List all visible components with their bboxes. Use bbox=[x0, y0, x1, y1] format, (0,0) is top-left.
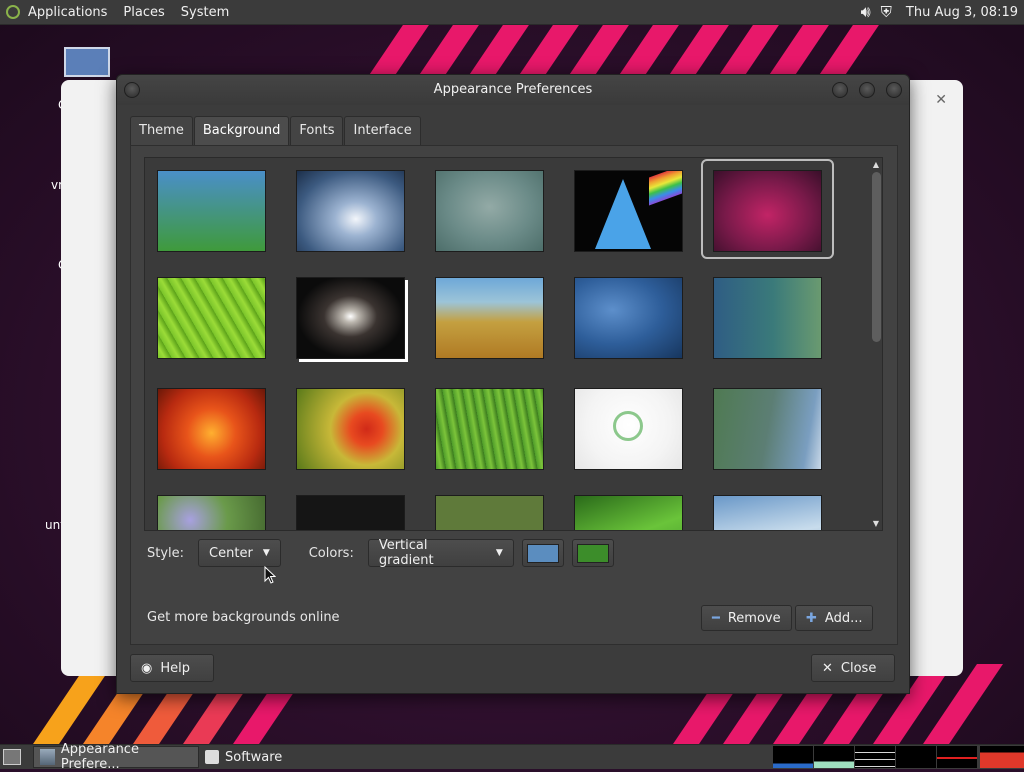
style-color-row: Style: Center ▼ Colors: Vertical gradien… bbox=[147, 538, 614, 568]
plus-icon: ✚ bbox=[806, 610, 817, 626]
places-menu[interactable]: Places bbox=[115, 5, 172, 20]
selected-wallpaper-frame bbox=[701, 159, 834, 259]
wallpaper-thumb[interactable] bbox=[157, 170, 266, 252]
disk-monitor[interactable] bbox=[980, 746, 1024, 768]
wallpaper-thumb[interactable] bbox=[157, 388, 266, 470]
scroll-down-icon[interactable]: ▼ bbox=[871, 519, 881, 528]
help-button-label: Help bbox=[160, 660, 190, 676]
window-menu-button[interactable] bbox=[124, 82, 140, 98]
appearance-preferences-dialog: Appearance Preferences Theme Background … bbox=[116, 74, 910, 694]
grid-scrollbar[interactable]: ▲ ▼ bbox=[871, 160, 881, 528]
colors-label: Colors: bbox=[308, 545, 354, 561]
close-button-label: Close bbox=[840, 660, 877, 676]
wallpaper-thumb[interactable] bbox=[713, 277, 822, 359]
wallpaper-thumb[interactable] bbox=[713, 495, 822, 530]
tab-bar: Theme Background Fonts Interface bbox=[130, 116, 422, 145]
applications-menu[interactable]: Applications bbox=[20, 5, 115, 20]
tab-interface[interactable]: Interface bbox=[344, 116, 421, 145]
wallpaper-thumb[interactable] bbox=[157, 277, 266, 359]
swap-monitor[interactable] bbox=[896, 746, 936, 768]
remove-button-label: Remove bbox=[727, 610, 781, 626]
wallpaper-thumb[interactable] bbox=[574, 170, 683, 252]
network-monitor[interactable] bbox=[855, 746, 895, 768]
close-icon: ✕ bbox=[822, 660, 833, 676]
remove-button[interactable]: ━ Remove bbox=[701, 605, 792, 631]
background-panel: ▲ ▼ Style: Center ▼ Colors: Vertical gra… bbox=[130, 145, 898, 645]
style-label: Style: bbox=[147, 545, 185, 561]
close-button[interactable] bbox=[886, 82, 902, 98]
colors-dropdown-value: Vertical gradient bbox=[378, 538, 434, 568]
system-tray: 🔊︎ ⛨ Thu Aug 3, 08:19 bbox=[855, 0, 1024, 24]
software-app-icon bbox=[205, 750, 219, 764]
scroll-up-icon[interactable]: ▲ bbox=[871, 160, 881, 169]
wallpaper-thumb[interactable] bbox=[574, 495, 683, 530]
close-dialog-button[interactable]: ✕ Close bbox=[811, 654, 895, 682]
top-panel: Applications Places System 🔊︎ ⛨ Thu Aug … bbox=[0, 0, 1024, 25]
tab-background[interactable]: Background bbox=[193, 116, 290, 145]
window-title: Appearance Preferences bbox=[433, 82, 593, 97]
help-button[interactable]: ◉ Help bbox=[130, 654, 214, 682]
wallpaper-thumb[interactable] bbox=[296, 170, 405, 252]
load-monitor[interactable] bbox=[937, 746, 977, 768]
wallpaper-thumb[interactable] bbox=[713, 388, 822, 470]
distro-logo-icon[interactable] bbox=[6, 5, 20, 19]
style-dropdown-value: Center bbox=[209, 545, 253, 561]
minus-icon: ━ bbox=[712, 610, 720, 626]
secondary-color-swatch bbox=[576, 543, 609, 563]
appearance-app-icon bbox=[40, 749, 55, 765]
volume-icon[interactable]: 🔊︎ bbox=[855, 2, 877, 22]
wallpaper-thumb[interactable] bbox=[574, 388, 683, 470]
secondary-color-button[interactable] bbox=[571, 539, 614, 567]
minimize-button[interactable] bbox=[832, 82, 848, 98]
shield-icon[interactable]: ⛨ bbox=[877, 3, 896, 21]
wallpaper-thumb[interactable] bbox=[435, 277, 544, 359]
wallpaper-grid[interactable]: ▲ ▼ bbox=[144, 157, 883, 531]
wallpaper-thumb[interactable] bbox=[435, 170, 544, 252]
show-desktop-icon[interactable] bbox=[3, 749, 21, 765]
mouse-pointer-icon bbox=[264, 566, 276, 584]
titlebar: Appearance Preferences bbox=[117, 75, 909, 105]
primary-color-swatch bbox=[526, 543, 559, 563]
chevron-down-icon: ▼ bbox=[262, 548, 270, 558]
add-button[interactable]: ✚ Add... bbox=[795, 605, 874, 631]
close-icon[interactable]: ✕ bbox=[935, 92, 947, 108]
wallpaper-thumb[interactable] bbox=[296, 495, 405, 530]
wallpaper-thumb[interactable] bbox=[435, 495, 544, 530]
system-menu[interactable]: System bbox=[173, 5, 237, 20]
primary-color-button[interactable] bbox=[521, 539, 564, 567]
wallpaper-thumb[interactable] bbox=[157, 495, 266, 530]
style-dropdown[interactable]: Center ▼ bbox=[198, 539, 281, 567]
taskbar-software[interactable]: Software bbox=[199, 746, 309, 768]
wallpaper-thumb[interactable] bbox=[296, 388, 405, 470]
scroll-thumb[interactable] bbox=[872, 172, 881, 342]
help-icon: ◉ bbox=[141, 660, 153, 676]
computer-icon[interactable] bbox=[64, 47, 110, 77]
colors-dropdown[interactable]: Vertical gradient ▼ bbox=[367, 538, 514, 568]
cpu-monitor[interactable] bbox=[773, 746, 813, 768]
taskbar-appearance-preferences[interactable]: Appearance Prefere... bbox=[33, 742, 199, 772]
chevron-down-icon: ▼ bbox=[495, 548, 503, 558]
tab-fonts[interactable]: Fonts bbox=[290, 116, 344, 145]
memory-monitor[interactable] bbox=[814, 746, 854, 768]
get-more-backgrounds-link[interactable]: Get more backgrounds online bbox=[147, 610, 340, 625]
task-label: Software bbox=[225, 749, 283, 765]
wallpaper-thumb[interactable] bbox=[574, 277, 683, 359]
maximize-button[interactable] bbox=[859, 82, 875, 98]
add-button-label: Add... bbox=[824, 610, 863, 626]
wallpaper-thumb[interactable] bbox=[296, 277, 405, 359]
wallpaper-thumb[interactable] bbox=[435, 388, 544, 470]
clock[interactable]: Thu Aug 3, 08:19 bbox=[896, 5, 1024, 20]
tab-theme[interactable]: Theme bbox=[130, 116, 193, 145]
